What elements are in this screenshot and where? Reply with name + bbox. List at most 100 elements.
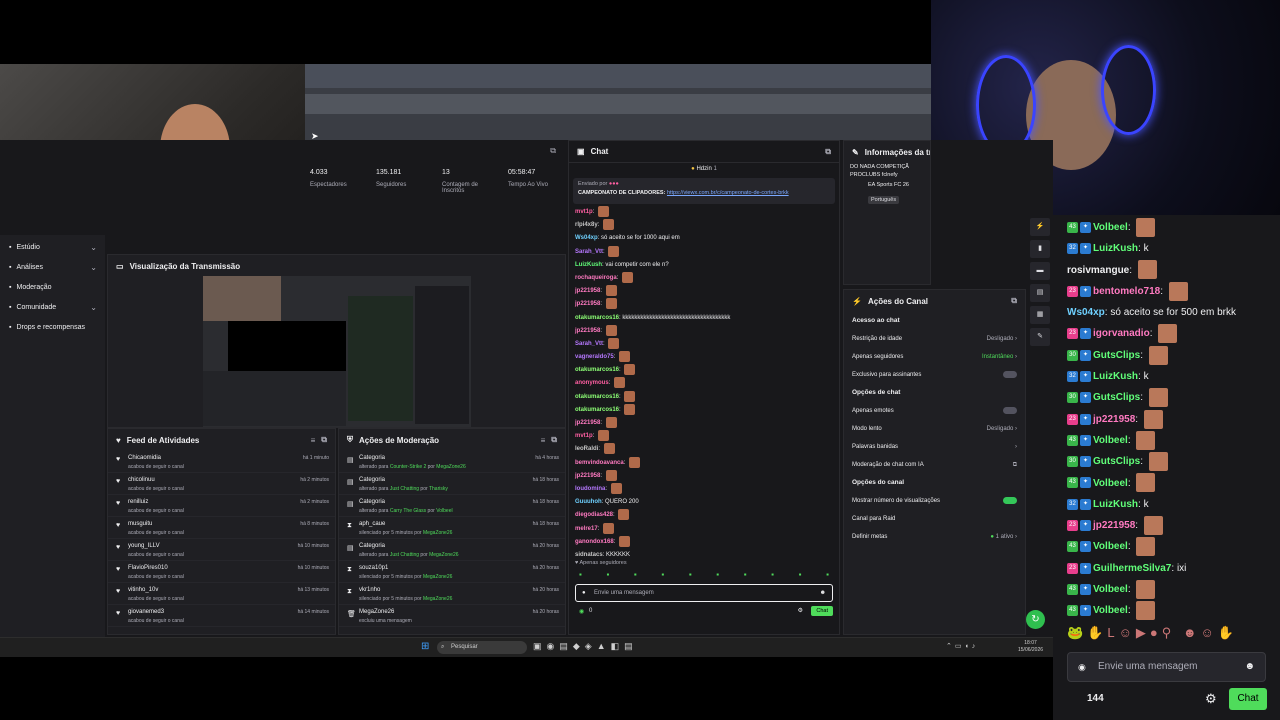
mod-action-row[interactable]: ▤ Categoria alterado para Counter-Strike 2…: [339, 451, 565, 473]
chat-username[interactable]: otakumarcos16: [575, 407, 619, 413]
goals-row[interactable]: Definir metas ● 1 ativo ›: [844, 528, 1025, 546]
emote-picker-icon[interactable]: ☻: [1244, 653, 1255, 681]
overlay-username[interactable]: Volbeel: [1093, 584, 1128, 595]
sidebar-item[interactable]: ▪ Moderação: [0, 277, 105, 297]
smile-icon[interactable]: ●: [582, 585, 586, 601]
subscribers-only-row[interactable]: Exclusivo para assinantes: [844, 366, 1025, 384]
popout-icon[interactable]: ⧉: [551, 435, 557, 445]
activity-row[interactable]: ♥ vitinho_10v acabou de seguir o canal há 1…: [108, 583, 335, 605]
chat-username[interactable]: loudomina: [575, 486, 605, 492]
ai-moderation-row[interactable]: Moderação de chat com IA ⧉: [844, 456, 1025, 474]
activity-row[interactable]: ♥ young_ILLV acabou de seguir o canal há 10…: [108, 539, 335, 561]
chat-username[interactable]: Guuuhoh: [575, 499, 602, 505]
taskbar-clock[interactable]: 18:07 15/06/2026: [1018, 640, 1043, 654]
chat-username[interactable]: jp221958: [575, 473, 600, 479]
sidebar-item[interactable]: ▪ Estúdio ⌄: [0, 237, 105, 257]
overlay-username[interactable]: LuizKush: [1093, 243, 1138, 254]
chat-username[interactable]: rochaqueiroga: [575, 275, 617, 281]
chat-username[interactable]: LuizKush: [575, 262, 602, 268]
chat-username[interactable]: melre17: [575, 526, 598, 532]
activity-row[interactable]: ♥ FlavioPires010 acabou de seguir o canal h…: [108, 561, 335, 583]
overlay-username[interactable]: Ws04xp: [1067, 307, 1105, 318]
mod-action-row[interactable]: ▤ Categoria alterado para Carry The Glass …: [339, 495, 565, 517]
chat-username[interactable]: jp221958: [575, 420, 600, 426]
activity-row[interactable]: ♥ chicolinuu acabou de seguir o canal há 2 …: [108, 473, 335, 495]
subs-only-toggle[interactable]: [1003, 370, 1017, 378]
chat-username[interactable]: anonymous: [575, 381, 609, 387]
chat-send-button[interactable]: Chat: [811, 606, 833, 616]
settings-icon[interactable]: ⚙: [1205, 691, 1217, 707]
mod-action-row[interactable]: ▤ Categoria alterado para Just Chatting po…: [339, 473, 565, 495]
mod-action-row[interactable]: ⧗ souza10p1 silenciado por 5 minutos por M…: [339, 561, 565, 583]
rail-icon-3[interactable]: ▬: [1030, 262, 1050, 280]
chat-username[interactable]: leoRaldi: [575, 446, 598, 452]
activity-row[interactable]: ♥ giovanemed3 acabou de seguir o canal há 1…: [108, 605, 335, 627]
activity-row[interactable]: ♥ Chicaomidia acabou de seguir o canal há 1…: [108, 451, 335, 473]
overlay-username[interactable]: jp221958: [1093, 414, 1135, 425]
chat-username[interactable]: ganondox168: [575, 539, 614, 545]
activity-row[interactable]: ♥ renilluiz acabou de seguir o canal há 2 m…: [108, 495, 335, 517]
overlay-send-button[interactable]: Chat: [1229, 688, 1267, 710]
chat-username[interactable]: vagneraldo75: [575, 354, 614, 360]
overlay-username[interactable]: GuilhermeSilva7: [1093, 563, 1171, 574]
mod-action-row[interactable]: ▤ Categoria alterado para Just Chatting po…: [339, 539, 565, 561]
mod-action-row[interactable]: ⧗ aph_caue silenciado por 5 minutos por Me…: [339, 517, 565, 539]
chat-username[interactable]: jp221958: [575, 301, 600, 307]
sidebar-item[interactable]: ▪ Análises ⌄: [0, 257, 105, 277]
popout-icon[interactable]: ⧉: [1011, 296, 1017, 306]
followers-only-row[interactable]: Apenas seguidores Instantâneo ›: [844, 348, 1025, 366]
filter-icon[interactable]: ≡: [541, 436, 546, 445]
rail-icon-6[interactable]: ✎: [1030, 328, 1050, 346]
banned-words-row[interactable]: Palavras banidas ›: [844, 438, 1025, 456]
chat-username[interactable]: jp221958: [575, 288, 600, 294]
chat-username[interactable]: otakumarcos16: [575, 315, 619, 321]
smile-icon[interactable]: ◉: [1078, 653, 1086, 681]
overlay-username[interactable]: Volbeel: [1093, 478, 1128, 489]
refresh-icon[interactable]: ↻: [1026, 610, 1045, 629]
raid-row[interactable]: Canal para Raid: [844, 510, 1025, 528]
overlay-username[interactable]: bentomelo718: [1093, 286, 1160, 297]
overlay-username[interactable]: Volbeel: [1093, 435, 1128, 446]
filter-icon[interactable]: ≡: [311, 436, 316, 445]
settings-icon[interactable]: ⚙: [798, 607, 803, 614]
emote-picker-icon[interactable]: ☻: [820, 585, 826, 601]
stream-preview-video[interactable]: [203, 276, 471, 427]
rail-icon-1[interactable]: ⚡: [1030, 218, 1050, 236]
chat-username[interactable]: rlpi4x8y: [575, 222, 598, 228]
chat-username[interactable]: Sarah_Vtt: [575, 249, 603, 255]
overlay-username[interactable]: Volbeel: [1093, 605, 1128, 616]
chat-username[interactable]: jp221958: [575, 328, 600, 334]
overlay-username[interactable]: LuizKush: [1093, 499, 1138, 510]
chat-username[interactable]: otakumarcos16: [575, 394, 619, 400]
taskbar-apps[interactable]: ▣◉▤◆◈▲◧▤: [533, 641, 638, 652]
chat-username[interactable]: Ws04xp: [575, 235, 598, 241]
slow-mode-row[interactable]: Modo lento Desligado ›: [844, 420, 1025, 438]
age-restriction-row[interactable]: Restrição de idade Desligado ›: [844, 330, 1025, 348]
overlay-username[interactable]: rosivmangue: [1067, 265, 1129, 276]
overlay-username[interactable]: GutsClips: [1093, 392, 1140, 403]
popout-icon[interactable]: ⧉: [550, 146, 556, 156]
emote-only-row[interactable]: Apenas emotes: [844, 402, 1025, 420]
overlay-username[interactable]: igorvanadio: [1093, 328, 1150, 339]
overlay-username[interactable]: Volbeel: [1093, 222, 1128, 233]
overlay-username[interactable]: jp221958: [1093, 520, 1135, 531]
overlay-username[interactable]: LuizKush: [1093, 371, 1138, 382]
rail-icon-4[interactable]: ▤: [1030, 284, 1050, 302]
activity-row[interactable]: ♥ musguitu acabou de seguir o canal há 8 mi…: [108, 517, 335, 539]
popout-icon[interactable]: ⧉: [321, 435, 327, 445]
tray-icons[interactable]: ⌃▭◖♪: [946, 642, 978, 650]
rail-icon-5[interactable]: ▦: [1030, 306, 1050, 324]
points-icon[interactable]: ◉: [579, 608, 584, 615]
chat-input[interactable]: ● Envie uma mensagem ☻: [575, 584, 833, 602]
chat-username[interactable]: diegodias428: [575, 512, 613, 518]
chat-username[interactable]: mvt1p: [575, 209, 593, 215]
overlay-chat-input[interactable]: ◉ Envie uma mensagem ☻: [1067, 652, 1266, 682]
popout-icon[interactable]: ⧉: [825, 147, 831, 157]
rail-icon-2[interactable]: ▮: [1030, 240, 1050, 258]
windows-start-icon[interactable]: ⊞: [421, 641, 429, 652]
overlay-username[interactable]: Volbeel: [1093, 541, 1128, 552]
sidebar-item[interactable]: ▪ Comunidade ⌄: [0, 297, 105, 317]
chat-username[interactable]: bemvindoavanca: [575, 460, 624, 466]
chat-username[interactable]: otakumarcos16: [575, 367, 619, 373]
show-views-row[interactable]: Mostrar número de visualizações: [844, 492, 1025, 510]
